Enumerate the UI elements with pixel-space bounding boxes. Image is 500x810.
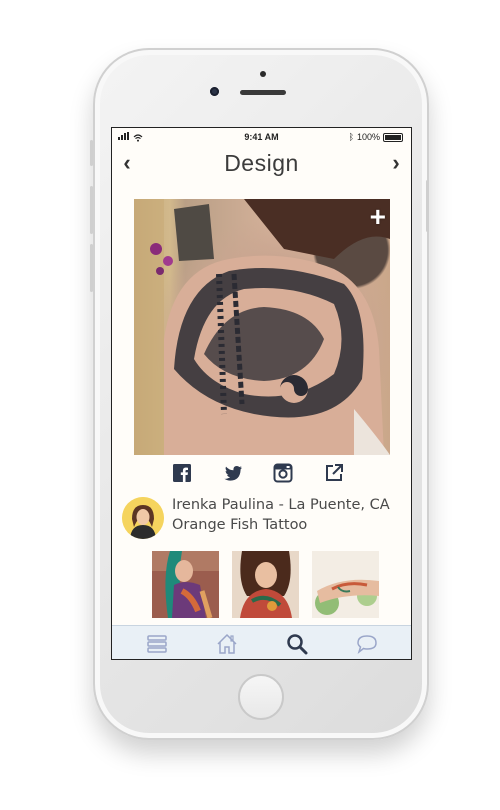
home-icon[interactable] <box>215 632 239 656</box>
battery-percent: 100% <box>356 132 380 142</box>
related-photo-image <box>312 551 379 618</box>
shop-name[interactable]: Orange Fish Tattoo <box>172 517 307 533</box>
bluetooth-icon: ᛒ <box>348 132 354 142</box>
phone-sensor <box>260 71 266 77</box>
tattoo-photo[interactable]: + <box>134 199 390 455</box>
power-button <box>426 180 429 232</box>
related-photos <box>152 551 382 621</box>
forward-arrow-button[interactable]: › <box>386 150 406 176</box>
related-photo-image <box>232 551 299 618</box>
mute-switch <box>90 140 93 166</box>
menu-icon[interactable] <box>145 632 169 656</box>
facebook-icon[interactable] <box>172 463 192 483</box>
phone-speaker <box>240 90 286 95</box>
tattoo-illustration <box>134 199 390 455</box>
artist-avatar[interactable] <box>122 497 164 539</box>
artist-name-location[interactable]: Irenka Paulina - La Puente, CA <box>172 497 390 513</box>
chat-icon[interactable] <box>355 632 379 656</box>
instagram-icon[interactable] <box>273 463 293 483</box>
add-to-favorites-button[interactable]: + <box>370 201 386 233</box>
twitter-icon[interactable] <box>223 463 243 483</box>
volume-up-button <box>90 186 93 234</box>
related-photo[interactable] <box>152 551 219 618</box>
home-button[interactable] <box>238 674 284 720</box>
status-bar: 9:41 AM ᛒ 100% <box>112 128 411 146</box>
share-bar <box>164 463 364 483</box>
page-title: Design <box>224 150 299 176</box>
front-camera <box>210 87 219 96</box>
external-link-icon[interactable] <box>324 463 344 483</box>
related-photo[interactable] <box>312 551 379 618</box>
status-right: ᛒ 100% <box>349 132 403 142</box>
app-screen: 9:41 AM ᛒ 100% ‹ Design › + Irenka Pauli… <box>111 127 412 660</box>
battery-icon <box>383 132 403 142</box>
nav-bar: ‹ Design › <box>112 148 411 180</box>
search-icon[interactable] <box>285 632 309 656</box>
related-photo[interactable] <box>232 551 299 618</box>
artist-info[interactable]: Irenka Paulina - La Puente, CA Orange Fi… <box>122 495 407 541</box>
volume-down-button <box>90 244 93 292</box>
related-photo-image <box>152 551 219 618</box>
tab-bar <box>112 625 411 659</box>
avatar-portrait <box>122 497 164 539</box>
